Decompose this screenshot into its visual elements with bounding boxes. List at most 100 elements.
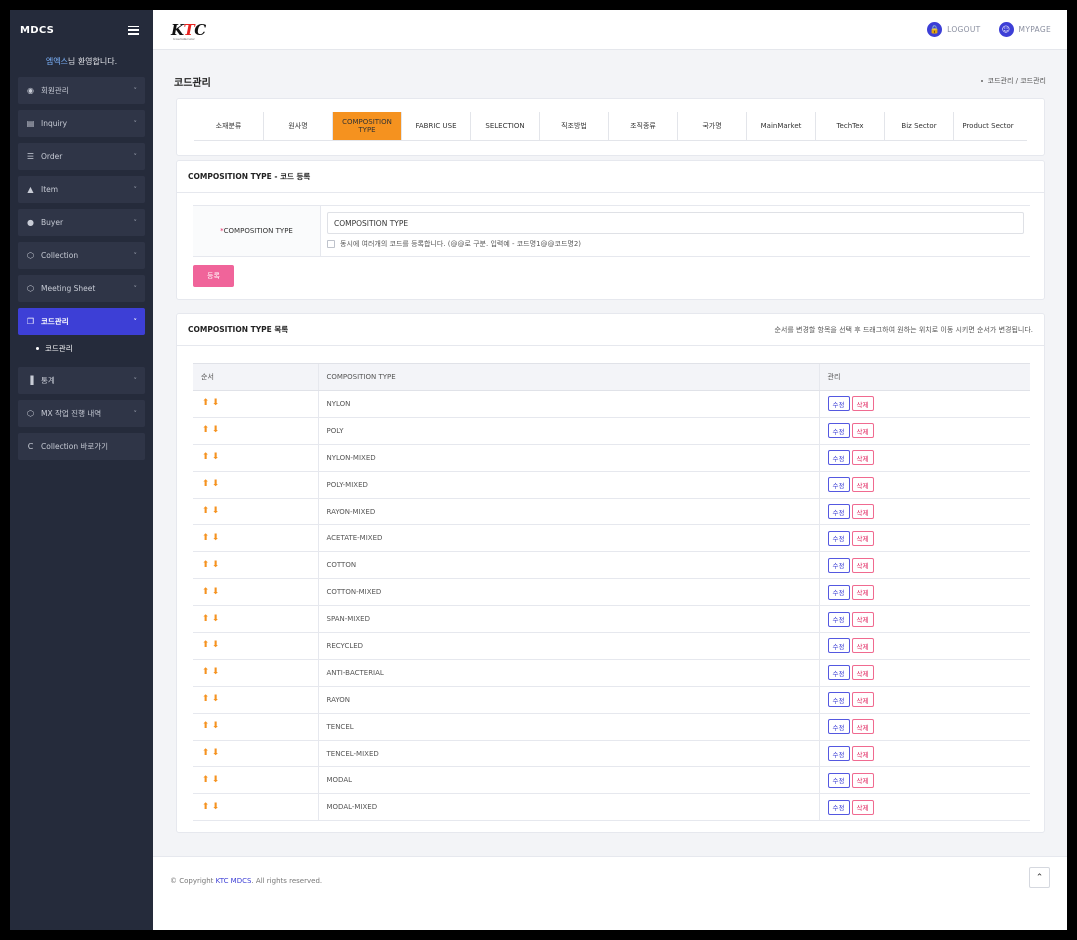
sidebar-item-3[interactable]: ▲ Item ˅	[18, 176, 145, 203]
arrow-up-icon[interactable]: ⬆	[201, 560, 210, 570]
arrow-down-icon[interactable]: ⬇	[211, 507, 220, 516]
delete-button[interactable]: 삭제	[851, 772, 874, 788]
logout-button[interactable]: 🔒 LOGOUT	[927, 22, 980, 37]
arrow-down-icon[interactable]: ⬇	[211, 775, 220, 785]
delete-button[interactable]: 삭제	[851, 423, 874, 439]
sidebar-item-0[interactable]: ◉ 회원관리 ˅	[18, 77, 145, 104]
table-row[interactable]: ⬆ ⬇ SPAN-MIXED 수정 삭제	[193, 605, 1030, 634]
arrow-up-icon[interactable]: ⬆	[201, 533, 210, 543]
table-row[interactable]: ⬆ ⬇ POLY-MIXED 수정 삭제	[193, 471, 1030, 499]
sidebar-item-8[interactable]: ▐ 통계 ˅	[18, 367, 145, 394]
delete-button[interactable]: 삭제	[851, 719, 874, 735]
arrow-down-icon[interactable]: ⬇	[211, 560, 220, 570]
tab-10[interactable]: Biz Sector	[884, 112, 953, 140]
edit-button[interactable]: 수정	[827, 477, 850, 493]
ktc-logo[interactable]: KTC Korea Textile Center	[171, 21, 206, 41]
edit-button[interactable]: 수정	[827, 557, 850, 573]
delete-button[interactable]: 삭제	[851, 799, 874, 815]
table-row[interactable]: ⬆ ⬇ RAYON-MIXED 수정 삭제	[193, 498, 1030, 526]
tab-6[interactable]: 조직종류	[608, 112, 677, 140]
edit-button[interactable]: 수정	[827, 423, 850, 439]
arrow-down-icon[interactable]: ⬇	[211, 641, 220, 650]
edit-button[interactable]: 수정	[827, 692, 850, 708]
arrow-down-icon[interactable]: ⬇	[211, 749, 220, 758]
delete-button[interactable]: 삭제	[851, 450, 874, 466]
sidebar-item-7[interactable]: ❐ 코드관리 ˅	[18, 308, 145, 335]
arrow-down-icon[interactable]: ⬇	[211, 695, 220, 704]
delete-button[interactable]: 삭제	[851, 530, 874, 546]
table-row[interactable]: ⬆ ⬇ MODAL-MIXED 수정 삭제	[193, 793, 1030, 822]
arrow-up-icon[interactable]: ⬆	[201, 641, 210, 650]
sidebar-item-6[interactable]: ⬡ Meeting Sheet ˅	[18, 275, 145, 302]
arrow-down-icon[interactable]: ⬇	[211, 453, 220, 462]
tab-9[interactable]: TechTex	[815, 112, 884, 140]
edit-button[interactable]: 수정	[827, 772, 850, 788]
arrow-up-icon[interactable]: ⬆	[201, 426, 210, 435]
arrow-up-icon[interactable]: ⬆	[201, 614, 210, 624]
scroll-top-button[interactable]: ⌃	[1029, 867, 1050, 888]
tab-11[interactable]: Product Sector	[953, 112, 1022, 140]
edit-button[interactable]: 수정	[827, 746, 850, 762]
edit-button[interactable]: 수정	[827, 638, 850, 654]
arrow-up-icon[interactable]: ⬆	[201, 749, 210, 758]
table-row[interactable]: ⬆ ⬇ COTTON-MIXED 수정 삭제	[193, 578, 1030, 607]
arrow-down-icon[interactable]: ⬇	[211, 668, 220, 677]
arrow-up-icon[interactable]: ⬆	[201, 695, 210, 704]
delete-button[interactable]: 삭제	[851, 665, 874, 681]
arrow-up-icon[interactable]: ⬆	[201, 775, 210, 785]
menu-toggle-icon[interactable]	[128, 25, 139, 35]
arrow-down-icon[interactable]: ⬇	[211, 399, 220, 408]
arrow-down-icon[interactable]: ⬇	[211, 533, 220, 543]
arrow-up-icon[interactable]: ⬆	[201, 399, 210, 408]
arrow-up-icon[interactable]: ⬆	[201, 802, 210, 812]
tab-3[interactable]: FABRIC USE	[401, 112, 470, 140]
sidebar-item-5[interactable]: ⬡ Collection ˅	[18, 242, 145, 269]
arrow-up-icon[interactable]: ⬆	[201, 453, 210, 462]
arrow-down-icon[interactable]: ⬇	[211, 614, 220, 624]
delete-button[interactable]: 삭제	[851, 692, 874, 708]
tab-7[interactable]: 국가명	[677, 112, 746, 140]
delete-button[interactable]: 삭제	[851, 477, 874, 493]
arrow-up-icon[interactable]: ⬆	[201, 480, 210, 489]
arrow-down-icon[interactable]: ⬇	[211, 722, 220, 731]
delete-button[interactable]: 삭제	[851, 611, 874, 627]
delete-button[interactable]: 삭제	[851, 638, 874, 654]
edit-button[interactable]: 수정	[827, 719, 850, 735]
table-row[interactable]: ⬆ ⬇ COTTON 수정 삭제	[193, 551, 1030, 580]
table-row[interactable]: ⬆ ⬇ ANTI-BACTERIAL 수정 삭제	[193, 659, 1030, 687]
arrow-up-icon[interactable]: ⬆	[201, 587, 210, 597]
table-row[interactable]: ⬆ ⬇ MODAL 수정 삭제	[193, 766, 1030, 795]
delete-button[interactable]: 삭제	[851, 396, 874, 412]
mypage-button[interactable]: ☺ MYPAGE	[998, 22, 1051, 37]
sidebar-item-10[interactable]: C Collection 바로가기	[18, 433, 145, 460]
arrow-up-icon[interactable]: ⬆	[201, 668, 210, 677]
edit-button[interactable]: 수정	[827, 584, 850, 600]
delete-button[interactable]: 삭제	[851, 557, 874, 573]
tab-0[interactable]: 소재분류	[194, 112, 263, 140]
multi-register-checkbox[interactable]	[327, 240, 335, 248]
table-row[interactable]: ⬆ ⬇ TENCEL 수정 삭제	[193, 713, 1030, 741]
edit-button[interactable]: 수정	[827, 799, 850, 815]
table-row[interactable]: ⬆ ⬇ POLY 수정 삭제	[193, 417, 1030, 445]
sidebar-item-4[interactable]: ● Buyer ˅	[18, 209, 145, 236]
table-row[interactable]: ⬆ ⬇ NYLON-MIXED 수정 삭제	[193, 444, 1030, 472]
sidebar-item-9[interactable]: ⬡ MX 작업 진행 내역 ˅	[18, 400, 145, 427]
edit-button[interactable]: 수정	[827, 450, 850, 466]
sidebar-subitem-code-manage[interactable]: 코드관리	[18, 335, 145, 361]
edit-button[interactable]: 수정	[827, 396, 850, 412]
arrow-up-icon[interactable]: ⬆	[201, 507, 210, 516]
arrow-down-icon[interactable]: ⬇	[211, 480, 220, 489]
table-row[interactable]: ⬆ ⬇ RECYCLED 수정 삭제	[193, 632, 1030, 660]
table-row[interactable]: ⬆ ⬇ ACETATE-MIXED 수정 삭제	[193, 524, 1030, 553]
arrow-down-icon[interactable]: ⬇	[211, 426, 220, 435]
tab-5[interactable]: 직조방법	[539, 112, 608, 140]
tab-2[interactable]: COMPOSITION TYPE	[332, 112, 401, 140]
delete-button[interactable]: 삭제	[851, 504, 874, 519]
arrow-up-icon[interactable]: ⬆	[201, 722, 210, 731]
edit-button[interactable]: 수정	[827, 611, 850, 627]
edit-button[interactable]: 수정	[827, 530, 850, 546]
table-row[interactable]: ⬆ ⬇ TENCEL-MIXED 수정 삭제	[193, 740, 1030, 768]
arrow-down-icon[interactable]: ⬇	[211, 587, 220, 597]
table-row[interactable]: ⬆ ⬇ RAYON 수정 삭제	[193, 686, 1030, 714]
delete-button[interactable]: 삭제	[851, 746, 874, 762]
